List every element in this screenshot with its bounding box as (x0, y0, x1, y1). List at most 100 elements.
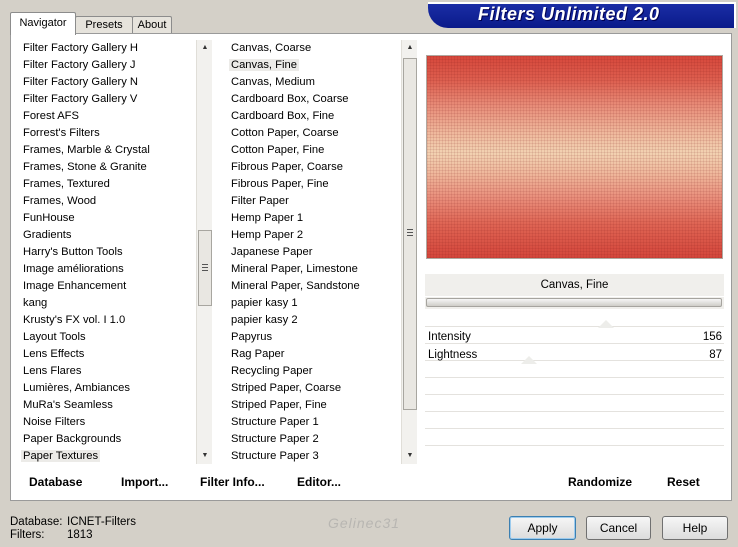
slider-intensity[interactable]: Intensity 156 (425, 328, 724, 346)
list-item[interactable]: Lumières, Ambiances (21, 380, 195, 397)
list-item[interactable]: Filter Factory Gallery N (21, 74, 195, 91)
category-scroll-thumb[interactable] (198, 230, 212, 306)
list-item[interactable]: Cardboard Box, Coarse (229, 91, 399, 108)
list-item[interactable]: MuRa's Seamless (21, 397, 195, 414)
list-item[interactable]: Frames, Stone & Granite (21, 159, 195, 176)
list-item-label: Recycling Paper (231, 365, 313, 377)
list-item[interactable]: Filter Factory Gallery J (21, 57, 195, 74)
reset-button[interactable]: Reset (667, 475, 700, 489)
filter-scroll-thumb[interactable] (403, 58, 417, 410)
list-item[interactable]: Japanese Paper (229, 244, 399, 261)
list-item[interactable]: Filter Factory Gallery H (21, 40, 195, 57)
slider-marker[interactable] (598, 320, 614, 328)
list-item[interactable]: Krusty's FX vol. I 1.0 (21, 312, 195, 329)
list-item[interactable]: Structure Paper 1 (229, 414, 399, 431)
apply-button[interactable]: Apply (509, 516, 576, 540)
import-button[interactable]: Import... (121, 475, 168, 489)
list-item[interactable]: Striped Paper, Fine (229, 397, 399, 414)
slider-marker[interactable] (521, 356, 537, 364)
list-item[interactable]: Harry's Button Tools (21, 244, 195, 261)
filter-list[interactable]: Canvas, Coarse Canvas, Fine Canvas, Medium… (229, 40, 399, 462)
list-item[interactable]: Fibrous Paper, Fine (229, 176, 399, 193)
list-item[interactable]: Canvas, Coarse (229, 40, 399, 57)
list-item-label: Layout Tools (23, 331, 86, 343)
slider-lightness[interactable]: Lightness 87 (425, 346, 724, 364)
list-item[interactable]: Gradients (21, 227, 195, 244)
list-item[interactable]: Lens Effects (21, 346, 195, 363)
list-item-label: Frames, Stone & Granite (23, 161, 147, 173)
list-item[interactable]: Paper Backgrounds (21, 431, 195, 448)
scroll-down-icon[interactable]: ▼ (197, 448, 213, 464)
list-item[interactable]: papier kasy 1 (229, 295, 399, 312)
tab-navigator[interactable]: Navigator (10, 12, 76, 35)
list-item-label: Structure Paper 3 (231, 450, 319, 462)
list-item-label: papier kasy 1 (231, 297, 298, 309)
list-item[interactable]: Striped Paper, Coarse (229, 380, 399, 397)
list-item[interactable]: Mineral Paper, Sandstone (229, 278, 399, 295)
status-database-value: ICNET-Filters (67, 516, 136, 528)
list-item[interactable]: Canvas, Medium (229, 74, 399, 91)
list-item[interactable]: Image améliorations (21, 261, 195, 278)
scroll-down-icon[interactable]: ▼ (402, 448, 418, 464)
tab-about[interactable]: About (132, 16, 172, 34)
list-item-label: Fibrous Paper, Fine (231, 178, 329, 190)
list-item[interactable]: kang (21, 295, 195, 312)
list-item[interactable]: Cotton Paper, Fine (229, 142, 399, 159)
tab-presets[interactable]: Presets (75, 16, 133, 34)
help-button[interactable]: Help (662, 516, 728, 540)
list-item[interactable]: Forrest's Filters (21, 125, 195, 142)
list-item[interactable]: Structure Paper 2 (229, 431, 399, 448)
list-item[interactable]: Filter Paper (229, 193, 399, 210)
list-item[interactable]: Canvas, Fine (229, 57, 399, 74)
scroll-up-icon[interactable]: ▲ (402, 40, 418, 56)
randomize-button[interactable]: Randomize (568, 475, 632, 489)
list-item[interactable]: Recycling Paper (229, 363, 399, 380)
preview-scroll-thumb[interactable] (426, 298, 722, 307)
list-item[interactable]: Image Enhancement (21, 278, 195, 295)
filter-info-button[interactable]: Filter Info... (200, 475, 265, 489)
list-item[interactable]: FunHouse (21, 210, 195, 227)
list-item[interactable]: Noise Filters (21, 414, 195, 431)
list-item[interactable]: Structure Paper 3 (229, 448, 399, 462)
status-filters-label: Filters: (10, 529, 45, 541)
cancel-button[interactable]: Cancel (586, 516, 651, 540)
scroll-up-icon[interactable]: ▲ (197, 40, 213, 56)
list-item-label: Canvas, Medium (231, 76, 315, 88)
list-item-label: Krusty's FX vol. I 1.0 (23, 314, 126, 326)
list-item[interactable]: Layout Tools (21, 329, 195, 346)
filter-preview-image (426, 55, 723, 259)
list-item-label: Filter Factory Gallery H (23, 42, 138, 54)
list-item[interactable]: Cardboard Box, Fine (229, 108, 399, 125)
list-item[interactable]: Papyrus (229, 329, 399, 346)
list-item-label: Paper Textures (21, 450, 101, 462)
list-item[interactable]: Hemp Paper 2 (229, 227, 399, 244)
filter-scrollbar[interactable]: ▲ ▼ (401, 40, 417, 464)
list-item[interactable]: Paper Textures (21, 448, 195, 462)
list-item-label: Mineral Paper, Limestone (231, 263, 358, 275)
list-item-label: Lens Effects (23, 348, 85, 360)
list-item[interactable]: Fibrous Paper, Coarse (229, 159, 399, 176)
tab-presets-label: Presets (85, 19, 123, 31)
list-item[interactable]: Forest AFS (21, 108, 195, 125)
list-item[interactable]: Cotton Paper, Coarse (229, 125, 399, 142)
category-scrollbar[interactable]: ▲ ▼ (196, 40, 212, 464)
list-item-label: Cardboard Box, Coarse (231, 93, 349, 105)
list-item[interactable]: Mineral Paper, Limestone (229, 261, 399, 278)
list-item[interactable]: Rag Paper (229, 346, 399, 363)
database-button[interactable]: Database (29, 475, 82, 489)
list-item[interactable]: Frames, Textured (21, 176, 195, 193)
list-item-label: Mineral Paper, Sandstone (231, 280, 360, 292)
list-item-label: Harry's Button Tools (23, 246, 123, 258)
category-list[interactable]: Filter Factory Gallery H Filter Factory G… (21, 40, 195, 462)
list-item-label: Canvas, Coarse (231, 42, 312, 54)
list-item[interactable]: Hemp Paper 1 (229, 210, 399, 227)
list-item-label: Cardboard Box, Fine (231, 110, 335, 122)
editor-button[interactable]: Editor... (297, 475, 341, 489)
list-item[interactable]: papier kasy 2 (229, 312, 399, 329)
list-item[interactable]: Frames, Marble & Crystal (21, 142, 195, 159)
list-item[interactable]: Filter Factory Gallery V (21, 91, 195, 108)
list-item[interactable]: Frames, Wood (21, 193, 195, 210)
list-item[interactable]: Lens Flares (21, 363, 195, 380)
list-item-label: MuRa's Seamless (23, 399, 113, 411)
preview-scrollbar[interactable] (425, 297, 724, 309)
